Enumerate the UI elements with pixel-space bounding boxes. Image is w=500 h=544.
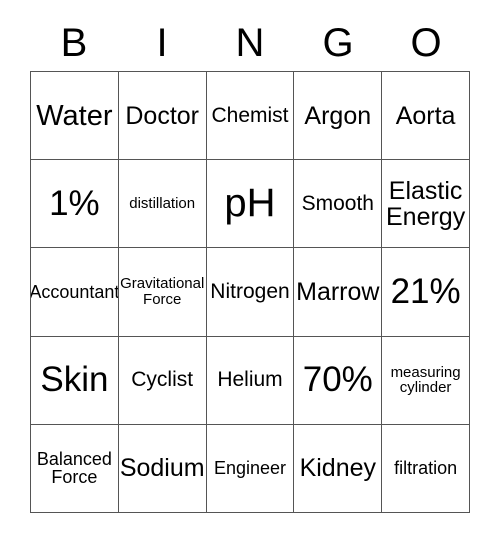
header-letter-text: B: [60, 20, 88, 65]
bingo-cell-text: 70%: [302, 360, 373, 399]
bingo-cell[interactable]: Gravitational Force: [118, 248, 207, 337]
bingo-header-letter-i: I: [118, 14, 206, 71]
bingo-cell-text: Nitrogen: [210, 280, 290, 304]
bingo-cell-text: Smooth: [301, 191, 374, 215]
bingo-cell-text: Elastic Energy: [385, 176, 466, 231]
bingo-cell[interactable]: Balanced Force: [31, 424, 119, 513]
bingo-cell-text: pH: [224, 180, 276, 225]
bingo-cell-text: Gravitational Force: [120, 275, 205, 308]
bingo-cell[interactable]: 1%: [31, 160, 119, 249]
bingo-cell-text: Water: [36, 99, 113, 132]
bingo-header-letter-g: G: [294, 14, 382, 71]
header-letter-text: G: [322, 20, 354, 65]
bingo-cell[interactable]: Argon: [294, 72, 383, 161]
bingo-cell[interactable]: 70%: [294, 336, 383, 425]
bingo-cell[interactable]: Accountant: [31, 248, 119, 337]
bingo-cell[interactable]: Kidney: [294, 424, 383, 513]
bingo-cell[interactable]: Engineer: [206, 424, 295, 513]
bingo-cell-text: Skin: [40, 360, 109, 399]
bingo-cell[interactable]: Helium: [206, 336, 295, 425]
bingo-cell-text: Argon: [304, 101, 372, 130]
bingo-grid: Water Doctor Chemist Argon Aorta 1% dist…: [30, 71, 470, 513]
bingo-cell[interactable]: Skin: [31, 336, 119, 425]
bingo-cell[interactable]: pH: [206, 160, 295, 249]
bingo-cell-text: distillation: [129, 194, 196, 212]
header-letter-text: I: [156, 20, 168, 65]
bingo-cell[interactable]: filtration: [382, 424, 470, 513]
bingo-cell-text: 1%: [49, 183, 100, 223]
bingo-cell-text: Accountant: [31, 281, 119, 302]
bingo-cell[interactable]: Nitrogen: [206, 248, 295, 337]
bingo-card: B I N G O Water Doctor Chemist Argon Aor…: [0, 0, 500, 544]
bingo-cell-text: measuring cylinder: [390, 363, 461, 397]
bingo-header-letter-n: N: [206, 14, 294, 71]
header-letter-text: O: [410, 20, 442, 65]
bingo-cell[interactable]: Cyclist: [118, 336, 207, 425]
bingo-cell-text: Engineer: [213, 458, 287, 479]
header-letter-text: N: [235, 20, 265, 65]
bingo-cell-text: Aorta: [395, 101, 456, 130]
bingo-cell-text: Kidney: [299, 454, 377, 483]
bingo-header-letter-b: B: [30, 14, 118, 71]
bingo-cell-text: Chemist: [211, 103, 289, 127]
bingo-cell-text: 21%: [390, 271, 461, 311]
bingo-cell-text: Doctor: [125, 101, 200, 130]
bingo-cell-text: Helium: [217, 368, 283, 392]
bingo-cell[interactable]: 21%: [382, 248, 470, 337]
bingo-cell[interactable]: measuring cylinder: [382, 336, 470, 425]
bingo-cell[interactable]: Doctor: [118, 72, 207, 161]
bingo-cell[interactable]: Elastic Energy: [382, 160, 470, 249]
bingo-cell-text: Balanced Force: [36, 448, 112, 488]
bingo-cell[interactable]: Aorta: [382, 72, 470, 161]
bingo-cell[interactable]: Water: [31, 72, 119, 161]
bingo-cell-text: Sodium: [119, 454, 205, 483]
bingo-header-letter-o: O: [382, 14, 470, 71]
bingo-header-row: B I N G O: [30, 14, 470, 71]
bingo-cell-text: Marrow: [296, 277, 380, 306]
bingo-cell[interactable]: Sodium: [118, 424, 207, 513]
bingo-cell[interactable]: Smooth: [294, 160, 383, 249]
bingo-cell-text: filtration: [394, 458, 458, 479]
bingo-cell[interactable]: Chemist: [206, 72, 295, 161]
bingo-cell-text: Cyclist: [131, 368, 194, 392]
bingo-cell[interactable]: Marrow: [294, 248, 383, 337]
bingo-cell[interactable]: distillation: [118, 160, 207, 249]
